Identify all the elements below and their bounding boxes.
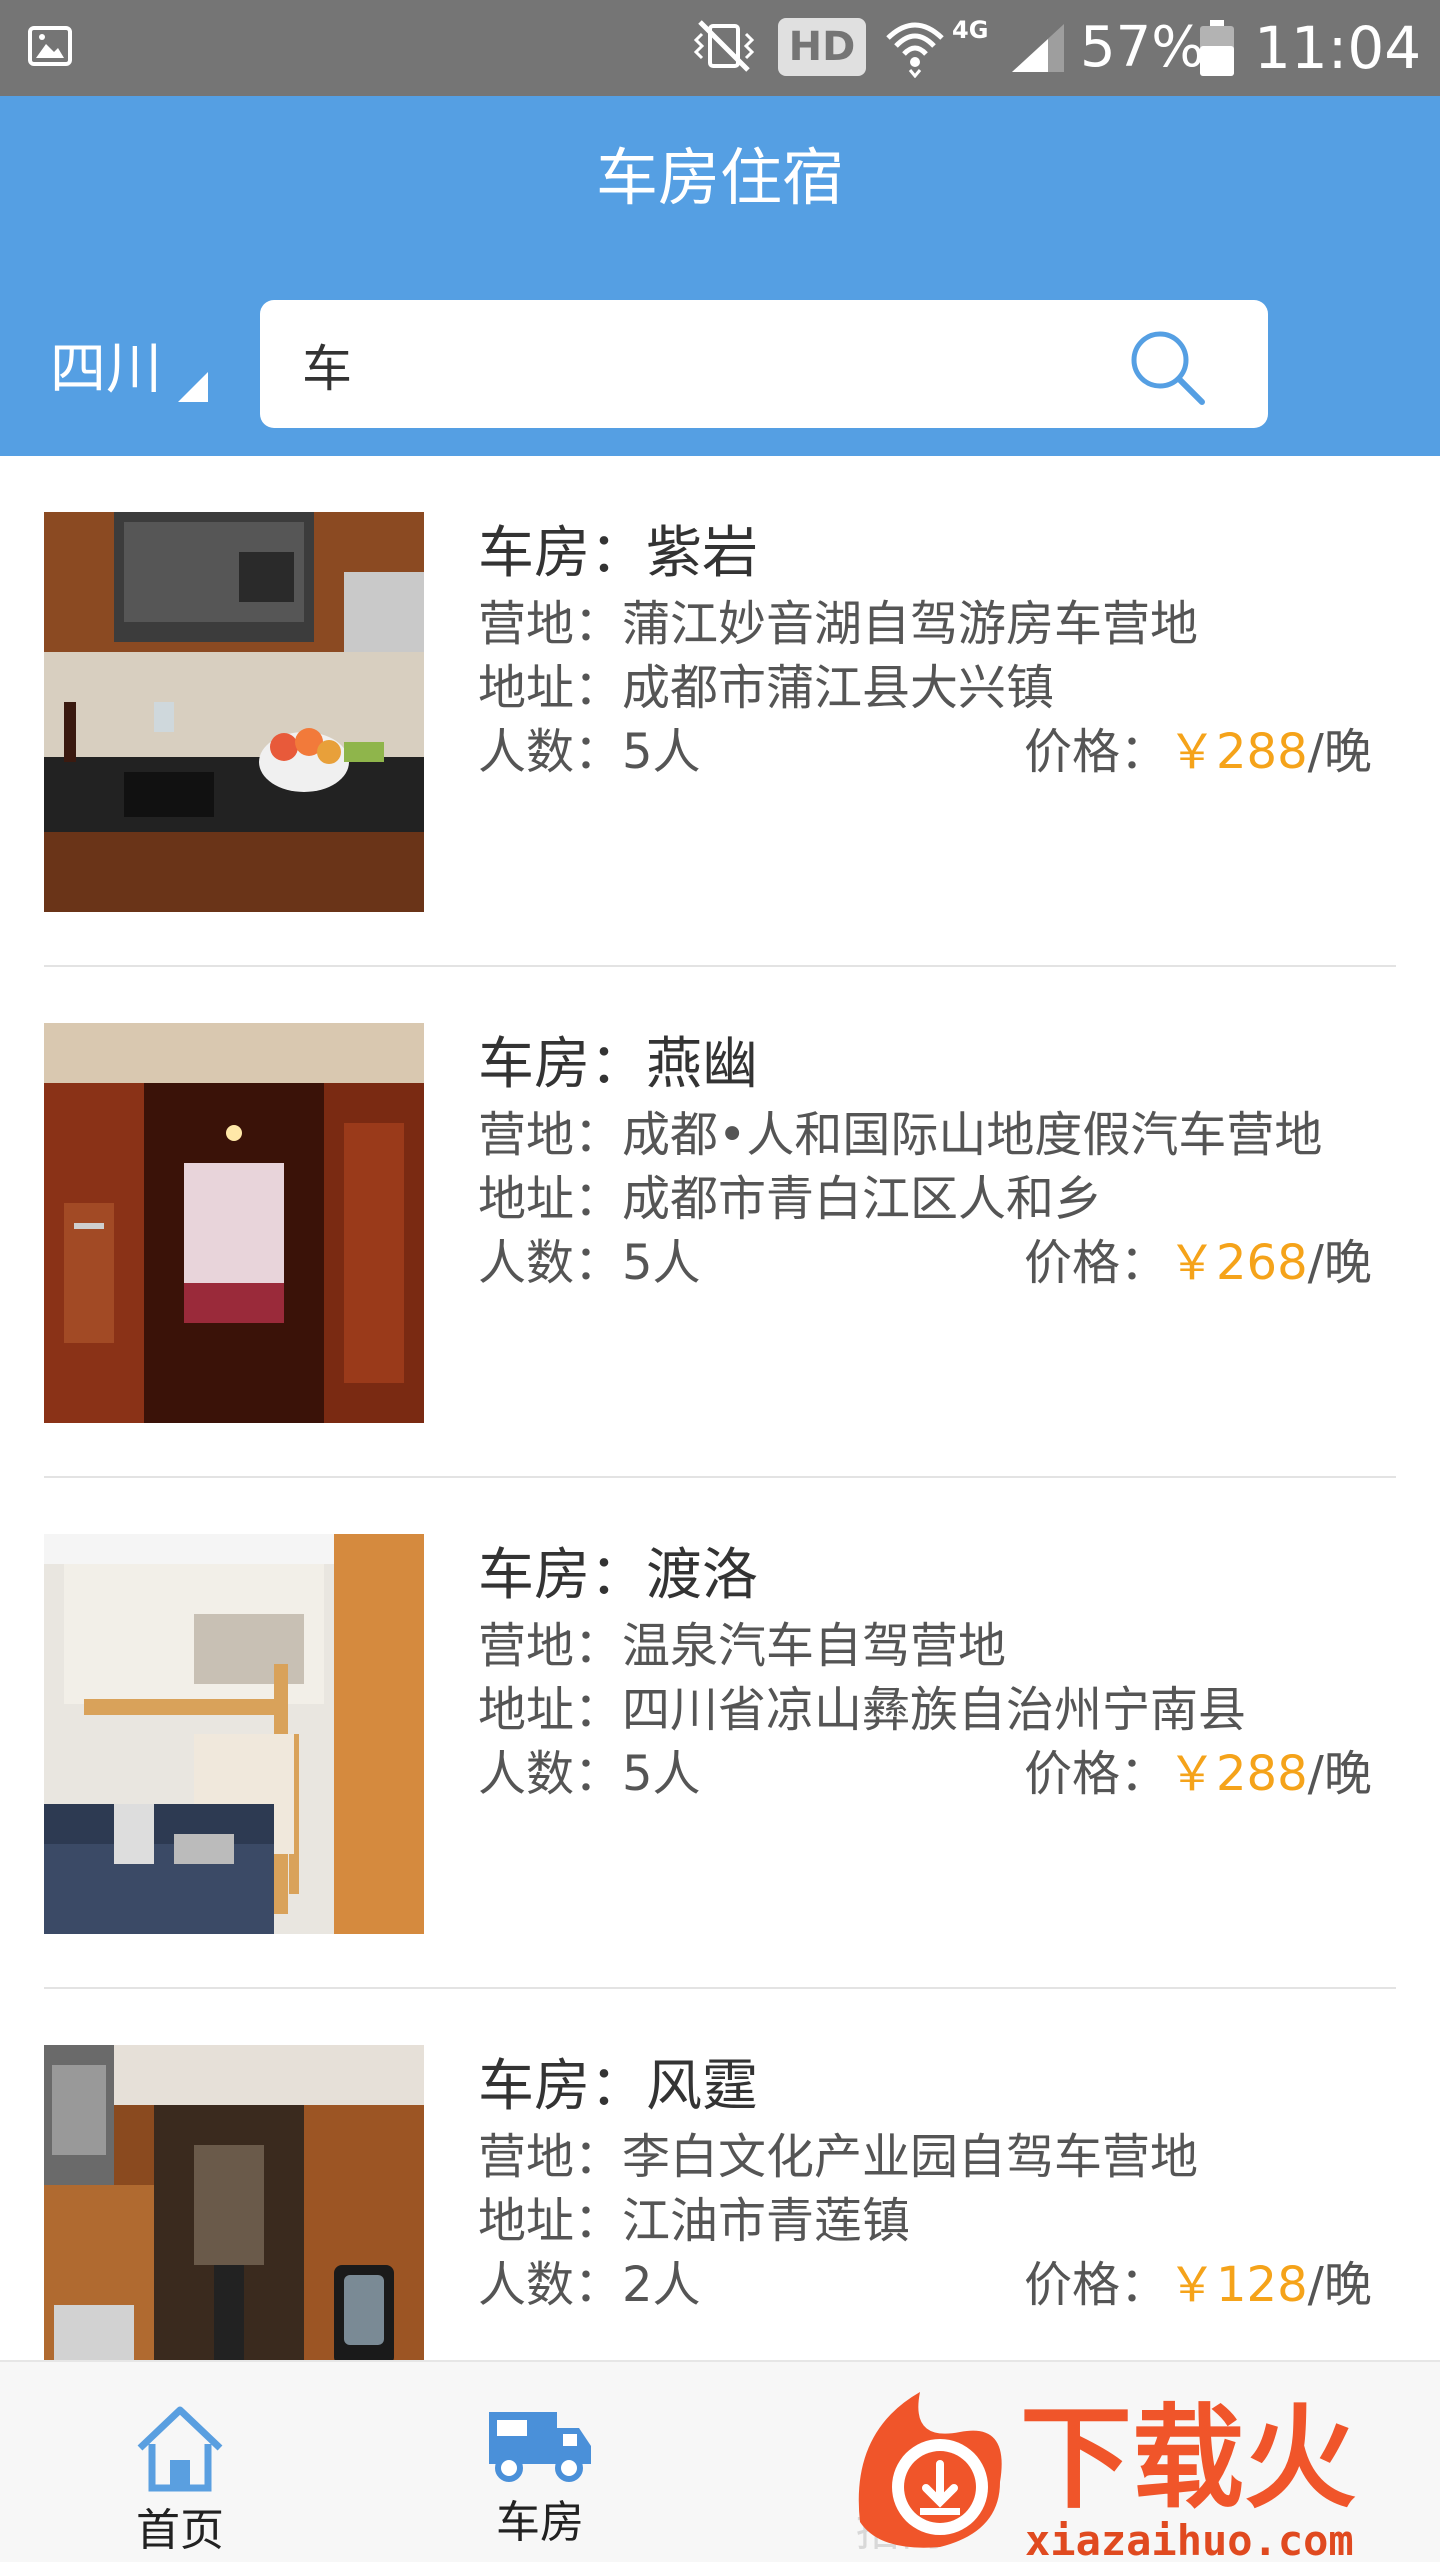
price-label: 价格：: [1024, 1746, 1169, 1802]
wifi-icon: [886, 22, 944, 78]
bottom-navigation: 首页 车房 招商 下载火 xiazaihuo.com: [0, 2360, 1440, 2562]
listing-meta: 人数：5人 价格：￥288/晚: [478, 720, 1396, 784]
search-input[interactable]: [300, 324, 1124, 406]
search-bar: [260, 300, 1268, 428]
listing-camp: 营地：李白文化产业园自驾车营地: [478, 2129, 1199, 2185]
listing-name: 车房：渡洛: [478, 1543, 758, 1608]
listing-info: 车房：风霆 营地：李白文化产业园自驾车营地 地址：江油市青莲镇 人数：2人 价格…: [478, 2045, 1396, 2317]
dropdown-triangle-icon: [178, 372, 208, 402]
signal-strength-icon: [1012, 24, 1064, 72]
listing-address: 地址：成都市青白江区人和乡: [478, 1171, 1103, 1227]
tab-rv[interactable]: 车房: [420, 2362, 660, 2562]
rv-photo: [44, 1534, 424, 1934]
listing-price: 价格：￥268/晚: [1024, 1231, 1372, 1295]
region-selector[interactable]: 四川: [50, 328, 208, 412]
listing-info: 车房：紫岩 营地：蒲江妙音湖自驾游房车营地 地址：成都市蒲江县大兴镇 人数：5人…: [478, 512, 1396, 784]
tab-home-label: 首页: [136, 2505, 224, 2556]
hd-badge: HD: [778, 18, 866, 76]
listing-price: 价格：￥288/晚: [1024, 1742, 1372, 1806]
listing-camp: 营地：温泉汽车自驾营地: [478, 1618, 1007, 1674]
price-amount: ￥128: [1168, 2257, 1308, 2313]
price-amount: ￥288: [1168, 1746, 1308, 1802]
list-item[interactable]: 车房：紫岩 营地：蒲江妙音湖自驾游房车营地 地址：成都市蒲江县大兴镇 人数：5人…: [44, 456, 1396, 967]
battery-percent: 57%: [1080, 15, 1205, 80]
listing-meta: 人数：5人 价格：￥268/晚: [478, 1231, 1396, 1295]
price-label: 价格：: [1024, 724, 1169, 780]
listing-name: 车房：燕幽: [478, 1032, 758, 1097]
listing-info: 车房：渡洛 营地：温泉汽车自驾营地 地址：四川省凉山彝族自治州宁南县 人数：5人…: [478, 1534, 1396, 1806]
listing-name: 车房：紫岩: [478, 521, 758, 586]
rv-photo: [44, 1023, 424, 1423]
watermark-url: xiazaihuo.com: [1025, 2516, 1354, 2562]
listing-camp: 营地：成都•人和国际山地度假汽车营地: [478, 1107, 1323, 1163]
listing-address: 地址：成都市蒲江县大兴镇: [478, 660, 1055, 716]
tab-rv-label: 车房: [496, 2497, 584, 2548]
list-item[interactable]: 车房：燕幽 营地：成都•人和国际山地度假汽车营地 地址：成都市青白江区人和乡 人…: [44, 967, 1396, 1478]
price-unit: /晚: [1307, 724, 1372, 780]
status-bar: HD 4G 57% 11:04: [0, 0, 1440, 96]
listing-meta: 人数：2人 价格：￥128/晚: [478, 2253, 1396, 2317]
region-label: 四川: [50, 337, 162, 402]
home-icon: [137, 2406, 223, 2492]
watermark-logo: 下载火 xiazaihuo.com: [858, 2392, 1356, 2562]
price-label: 价格：: [1024, 2257, 1169, 2313]
listing-camp: 营地：蒲江妙音湖自驾游房车营地: [478, 596, 1199, 652]
tab-home[interactable]: 首页: [60, 2362, 300, 2562]
gallery-notification-icon: [28, 26, 72, 66]
price-amount: ￥268: [1168, 1235, 1308, 1291]
listing-price: 价格：￥288/晚: [1024, 720, 1372, 784]
listing-address: 地址：四川省凉山彝族自治州宁南县: [478, 1682, 1247, 1738]
rv-photo: [44, 512, 424, 912]
clock: 11:04: [1254, 14, 1422, 82]
listing-people: 人数：5人: [478, 1235, 701, 1291]
listing-people: 人数：2人: [478, 2257, 701, 2313]
listing-info: 车房：燕幽 营地：成都•人和国际山地度假汽车营地 地址：成都市青白江区人和乡 人…: [478, 1023, 1396, 1295]
watermark-brand: 下载火: [1020, 2394, 1356, 2524]
list-item[interactable]: 车房：渡洛 营地：温泉汽车自驾营地 地址：四川省凉山彝族自治州宁南县 人数：5人…: [44, 1478, 1396, 1989]
listing-meta: 人数：5人 价格：￥288/晚: [478, 1742, 1396, 1806]
price-unit: /晚: [1307, 2257, 1372, 2313]
listing-address: 地址：江油市青莲镇: [478, 2193, 911, 2249]
network-type: 4G: [952, 16, 989, 44]
header: 车房住宿 四川: [0, 96, 1440, 456]
listing-price: 价格：￥128/晚: [1024, 2253, 1372, 2317]
rv-truck-icon: [489, 2412, 591, 2482]
price-label: 价格：: [1024, 1235, 1169, 1291]
price-unit: /晚: [1307, 1235, 1372, 1291]
listing-name: 车房：风霆: [478, 2054, 758, 2119]
price-amount: ￥288: [1168, 724, 1308, 780]
vibrate-mute-icon: [693, 20, 755, 72]
page-title: 车房住宿: [595, 141, 844, 214]
search-icon[interactable]: [1122, 322, 1210, 410]
price-unit: /晚: [1307, 1746, 1372, 1802]
battery-icon: [1200, 20, 1234, 76]
listing-people: 人数：5人: [478, 1746, 701, 1802]
listing-people: 人数：5人: [478, 724, 701, 780]
